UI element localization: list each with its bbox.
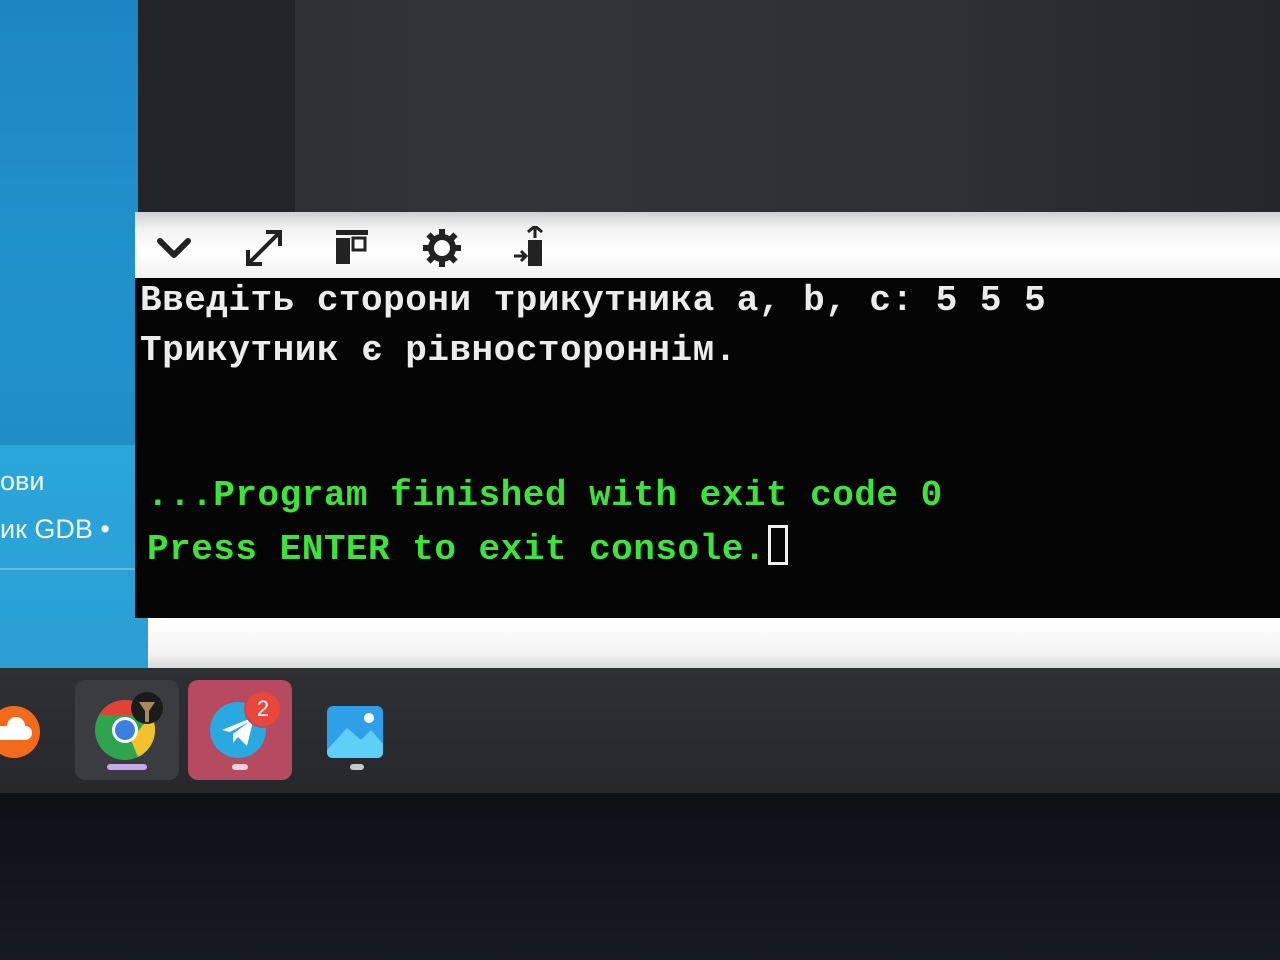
soundcloud-icon [0,706,40,758]
press-enter-text: Press ENTER to exit console. [147,529,766,570]
exit-status-line: ...Program finished with exit code 0 [147,475,943,516]
text-cursor [767,525,788,565]
taskbar: 2 [0,668,1280,793]
layout-icon[interactable] [329,226,375,270]
telegram-indicator [232,764,248,770]
sidebar-item-1[interactable]: ови [0,466,44,497]
output-line-prompt: Введіть сторони трикутника a, b, c: 5 5 … [140,280,1047,321]
console-bottom-bar [148,618,1280,668]
editor-area [135,0,1280,215]
gallery-indicator [350,764,364,770]
console-toolbar [135,212,1280,280]
gear-icon[interactable] [419,226,465,270]
taskbar-app-gallery[interactable] [305,680,409,780]
chrome-active-indicator [107,764,147,770]
sidebar-divider [0,568,148,570]
screen: ови ик GDB • Введіть сторони трикутника … [0,0,1280,960]
sidebar-item-gdb[interactable]: ик GDB • [0,514,110,545]
taskbar-app-telegram[interactable]: 2 [188,680,292,780]
sidebar [0,0,138,450]
expand-icon[interactable] [241,226,287,270]
output-line-result: Трикутник є рівностороннім. [140,330,737,371]
chevron-down-icon[interactable] [151,226,197,270]
editor-gutter [135,0,295,215]
taskbar-app-soundcloud[interactable] [0,680,74,780]
notification-badge: 2 [244,690,282,728]
screen-bezel [0,793,1280,960]
taskbar-app-chrome[interactable] [75,680,179,780]
press-enter-line: Press ENTER to exit console. [147,525,788,570]
console-output[interactable]: Введіть сторони трикутника a, b, c: 5 5 … [135,278,1280,618]
upload-icon[interactable] [507,226,553,270]
